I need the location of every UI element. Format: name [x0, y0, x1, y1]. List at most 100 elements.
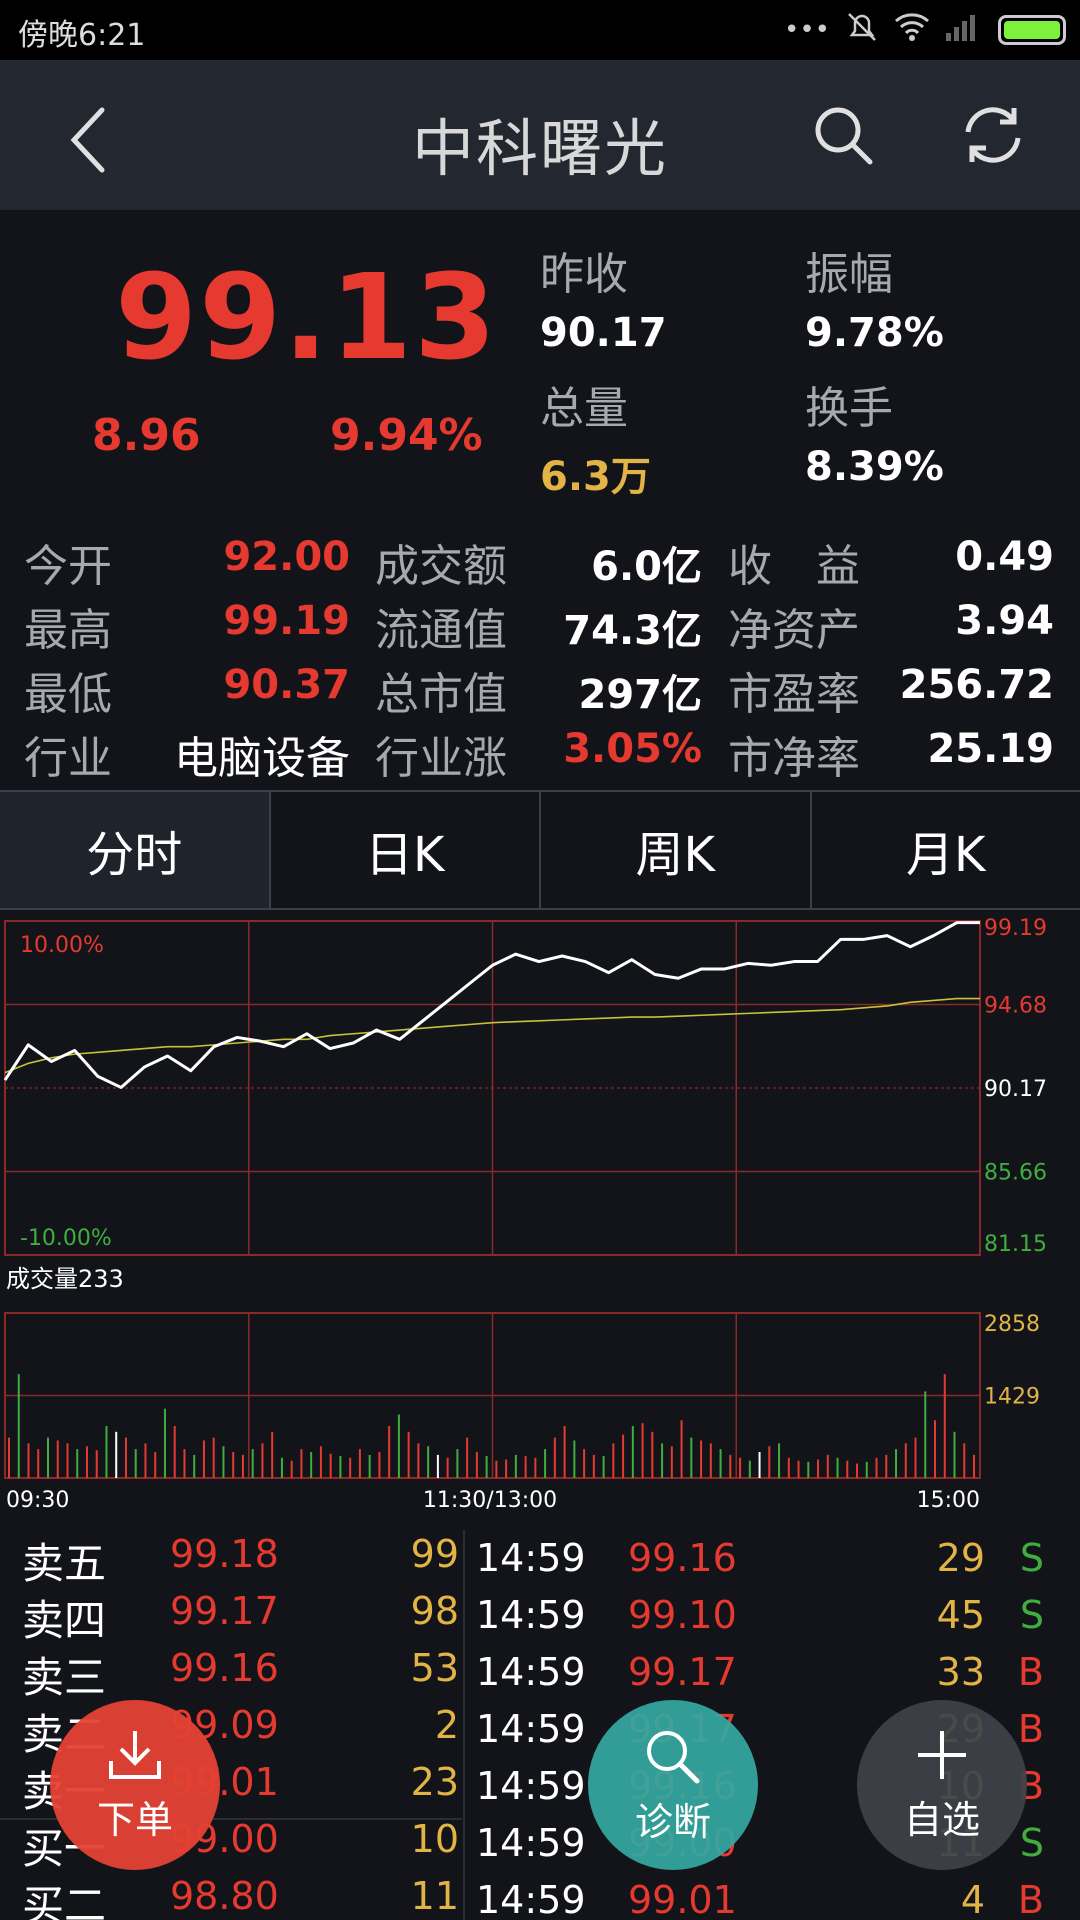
- trade-time: 14:59: [476, 1707, 586, 1751]
- trade-time: 14:59: [476, 1536, 586, 1580]
- volume-title: 成交量233: [6, 1265, 124, 1293]
- pe-label: 市盈率: [728, 669, 860, 720]
- trade-volume: 4: [960, 1878, 985, 1920]
- search-button[interactable]: [808, 100, 878, 170]
- order-level-label: 卖四: [22, 1596, 107, 1645]
- order-level-volume: 10: [410, 1817, 459, 1861]
- place-order-button[interactable]: 下单: [50, 1700, 220, 1870]
- order-level-label: 卖三: [22, 1653, 107, 1702]
- status-icons: •••: [784, 12, 1066, 48]
- order-level-price: 98.80: [170, 1874, 279, 1918]
- turnover-label: 换手: [805, 383, 893, 434]
- trade-side: S: [1019, 1821, 1044, 1865]
- order-level-label: 卖五: [22, 1539, 107, 1588]
- amplitude-value: 9.78%: [805, 310, 944, 356]
- magnifier-icon: [647, 1730, 700, 1783]
- price-axis-tick: 81.15: [984, 1232, 1047, 1257]
- volume-axis-tick: 2858: [984, 1312, 1040, 1337]
- tab-monthly-k[interactable]: 月K: [811, 792, 1080, 908]
- trade-side: B: [1017, 1650, 1044, 1694]
- time-axis-label: 09:30: [6, 1488, 69, 1513]
- order-book-row: 买二 98.80 11: [0, 1872, 465, 1920]
- eps-value: 0.49: [955, 534, 1054, 580]
- pb-value: 25.19: [927, 726, 1054, 772]
- last-price: 99.13: [115, 248, 499, 386]
- price-axis-tick: 90.17: [984, 1077, 1047, 1102]
- high-value: 99.19: [223, 598, 350, 644]
- order-level-volume: 2: [434, 1703, 459, 1747]
- time-axis-label: 11:30/13:00: [423, 1488, 557, 1513]
- price-axis-tick: 85.66: [984, 1161, 1047, 1186]
- amount-value: 6.0亿: [591, 544, 702, 590]
- volume-label: 总量: [540, 383, 628, 434]
- trade-time: 14:59: [476, 1878, 586, 1920]
- search-icon: [815, 107, 873, 165]
- prev-close-value: 90.17: [540, 310, 667, 356]
- amount-label: 成交额: [375, 541, 507, 592]
- volume-value: 6.3万: [540, 454, 651, 500]
- eps-label: 收 益: [728, 541, 860, 592]
- order-level-price: 99.16: [170, 1646, 279, 1690]
- page-title: 中科曙光: [411, 112, 668, 185]
- time-axis-label: 15:00: [917, 1488, 980, 1513]
- industry-value[interactable]: 电脑设备: [174, 722, 350, 786]
- trade-volume: 45: [936, 1593, 985, 1637]
- market-cap-value: 297亿: [578, 672, 703, 718]
- tab-weekly-k[interactable]: 周K: [541, 792, 812, 908]
- order-book-row: 卖三 99.16 53: [0, 1644, 465, 1702]
- trade-time: 14:59: [476, 1764, 586, 1808]
- refresh-button[interactable]: [958, 100, 1028, 170]
- trade-price: 99.01: [628, 1878, 737, 1920]
- intraday-chart: 99.19 94.68 90.17 85.66 81.15 10.00% -10.00% 成交…: [0, 915, 1080, 1515]
- diagnose-button[interactable]: 诊断: [588, 1700, 758, 1870]
- bvps-value: 3.94: [955, 598, 1054, 644]
- trade-side: B: [1017, 1707, 1044, 1751]
- trade-price: 99.16: [628, 1536, 737, 1580]
- refresh-icon: [965, 107, 1021, 163]
- price-axis-tick: 99.19: [984, 916, 1047, 941]
- low-value: 90.37: [223, 662, 350, 708]
- tab-daily-k[interactable]: 日K: [270, 792, 541, 908]
- download-tray-icon: [109, 1730, 161, 1779]
- trade-side: S: [1019, 1536, 1044, 1580]
- top-nav-bar: 中科曙光: [0, 60, 1080, 210]
- mute-bell-icon: [844, 9, 880, 52]
- open-label: 今开: [24, 541, 112, 592]
- price-axis-tick: 94.68: [984, 994, 1047, 1019]
- trade-price: 99.10: [628, 1593, 737, 1637]
- intraday-chart-svg[interactable]: 99.19 94.68 90.17 85.66 81.15 10.00% -10.00% 成交…: [0, 915, 1080, 1515]
- open-value: 92.00: [223, 534, 350, 580]
- trade-time: 14:59: [476, 1593, 586, 1637]
- add-watchlist-button[interactable]: 自选: [857, 1700, 1027, 1870]
- trade-row: 14:59 99.01 4 B: [470, 1876, 1080, 1920]
- trade-price: 99.17: [628, 1650, 737, 1694]
- price-change: 8.96: [92, 410, 201, 461]
- order-level-volume: 11: [410, 1874, 459, 1918]
- bvps-label: 净资产: [728, 605, 860, 656]
- more-dots-icon: •••: [783, 15, 830, 45]
- panel-divider: [463, 1530, 465, 1920]
- trade-row: 14:59 99.10 45 S: [470, 1591, 1080, 1647]
- tab-intraday[interactable]: 分时: [0, 792, 271, 908]
- quote-summary: 99.13 8.96 9.94% 昨收 90.17 振幅 9.78% 总量 6.…: [0, 210, 1080, 520]
- stats-grid: 今开 92.00 最高 99.19 最低 90.37 行业 电脑设备 成交额 6…: [0, 520, 1080, 784]
- float-cap-label: 流通值: [375, 605, 507, 656]
- order-level-volume: 53: [410, 1646, 459, 1690]
- pe-value: 256.72: [899, 662, 1054, 708]
- trade-time: 14:59: [476, 1821, 586, 1865]
- status-time: 傍晚6:21: [18, 18, 146, 53]
- market-cap-label: 总市值: [375, 669, 507, 720]
- status-bar: 傍晚6:21 •••: [0, 0, 1080, 60]
- volume-axis-tick: 1429: [984, 1385, 1040, 1410]
- low-label: 最低: [24, 669, 112, 720]
- price-change-percent: 9.94%: [330, 410, 483, 461]
- float-cap-value: 74.3亿: [563, 608, 702, 654]
- order-level-price: 99.17: [170, 1589, 279, 1633]
- order-level-volume: 23: [410, 1760, 459, 1804]
- trade-side: B: [1017, 1878, 1044, 1920]
- plus-icon: [918, 1730, 966, 1779]
- trade-row: 14:59 99.17 33 B: [470, 1648, 1080, 1704]
- high-label: 最高: [24, 605, 112, 656]
- order-level-volume: 99: [410, 1532, 459, 1576]
- diagnose-label: 诊断: [634, 1799, 711, 1844]
